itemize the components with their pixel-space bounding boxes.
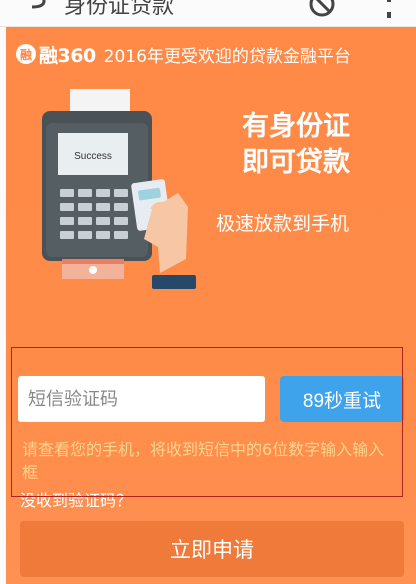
resend-code-button[interactable]: 89秒重试 xyxy=(280,376,404,422)
apply-now-button[interactable]: 立即申请 xyxy=(20,521,404,577)
cuff xyxy=(152,275,196,289)
promo-panel: 融 融360 2016年更受欢迎的贷款金融平台 Success 有身份证 即可贷… xyxy=(6,27,416,584)
sms-hint-text: 请查看您的手机，将收到短信中的6位数字输入输入框 xyxy=(22,440,385,482)
headline-line-1: 有身份证 xyxy=(242,111,350,142)
brand-name: 融360 xyxy=(39,44,96,67)
brand-row: 融 融360 2016年更受欢迎的贷款金融平台 xyxy=(16,39,351,69)
brand-slogan: 2016年更受欢迎的贷款金融平台 xyxy=(103,46,351,67)
back-icon[interactable] xyxy=(26,0,50,16)
brand-logo: 融 xyxy=(16,44,36,64)
block-icon[interactable] xyxy=(308,0,336,20)
no-code-link[interactable]: 没收到验证码？ xyxy=(20,487,132,511)
more-icon[interactable] xyxy=(384,0,394,24)
sub-headline: 极速放款到手机 xyxy=(216,213,350,235)
sms-code-input[interactable] xyxy=(18,376,265,422)
terminal-screen-text: Success xyxy=(74,151,112,162)
top-bar: 身份证贷款 xyxy=(0,0,416,27)
headline: 有身份证 即可贷款 xyxy=(236,109,356,181)
top-bar-title: 身份证贷款 xyxy=(64,0,175,19)
pos-terminal-illustration: Success xyxy=(42,89,196,289)
headline-line-2: 即可贷款 xyxy=(242,147,350,178)
